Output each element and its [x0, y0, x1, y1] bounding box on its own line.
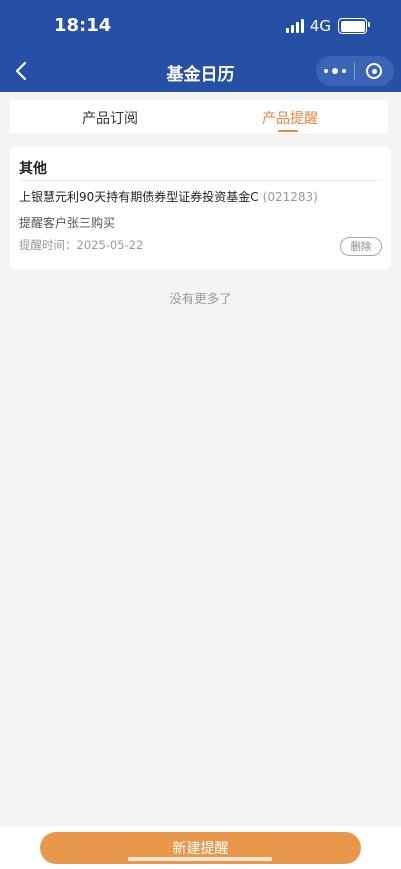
network-type: 4G	[309, 17, 331, 35]
signal-icon	[285, 19, 304, 33]
fund-info: 上银慧元利90天持有期债券型证券投资基金C (021283)	[19, 188, 318, 205]
header-bar: 18:14 4G 基金日历	[0, 0, 401, 92]
reminder-remark: 提醒客户张三购买	[19, 216, 116, 230]
home-indicator	[128, 857, 272, 861]
more-button[interactable]	[316, 56, 354, 86]
more-dots-icon	[324, 69, 328, 73]
card-category-title: 其他	[19, 161, 47, 177]
status-time: 18:14	[54, 15, 112, 36]
reminder-time: 提醒时间：2025-05-22	[19, 238, 144, 252]
mini-program-capsule	[316, 56, 394, 86]
no-more-text: 没有更多了	[169, 291, 232, 306]
active-tab-indicator	[278, 130, 298, 132]
reminder-card: 其他 上银慧元利90天持有期债券型证券投资基金C (021283) 提醒客户张三购…	[10, 146, 391, 270]
delete-button[interactable]: 删除	[340, 237, 382, 256]
battery-icon	[338, 18, 370, 34]
tab-bar: 产品订阅 产品提醒	[10, 100, 388, 135]
close-mini-program-button[interactable]	[355, 56, 393, 86]
fund-code: (021283)	[262, 190, 318, 204]
status-icons: 4G	[285, 17, 370, 35]
tab-product-subscription[interactable]: 产品订阅	[82, 108, 138, 128]
fund-name: 上银慧元利90天持有期债券型证券投资基金C	[19, 190, 259, 204]
target-icon	[366, 63, 382, 79]
tab-product-reminder[interactable]: 产品提醒	[262, 108, 318, 128]
divider	[19, 180, 382, 181]
